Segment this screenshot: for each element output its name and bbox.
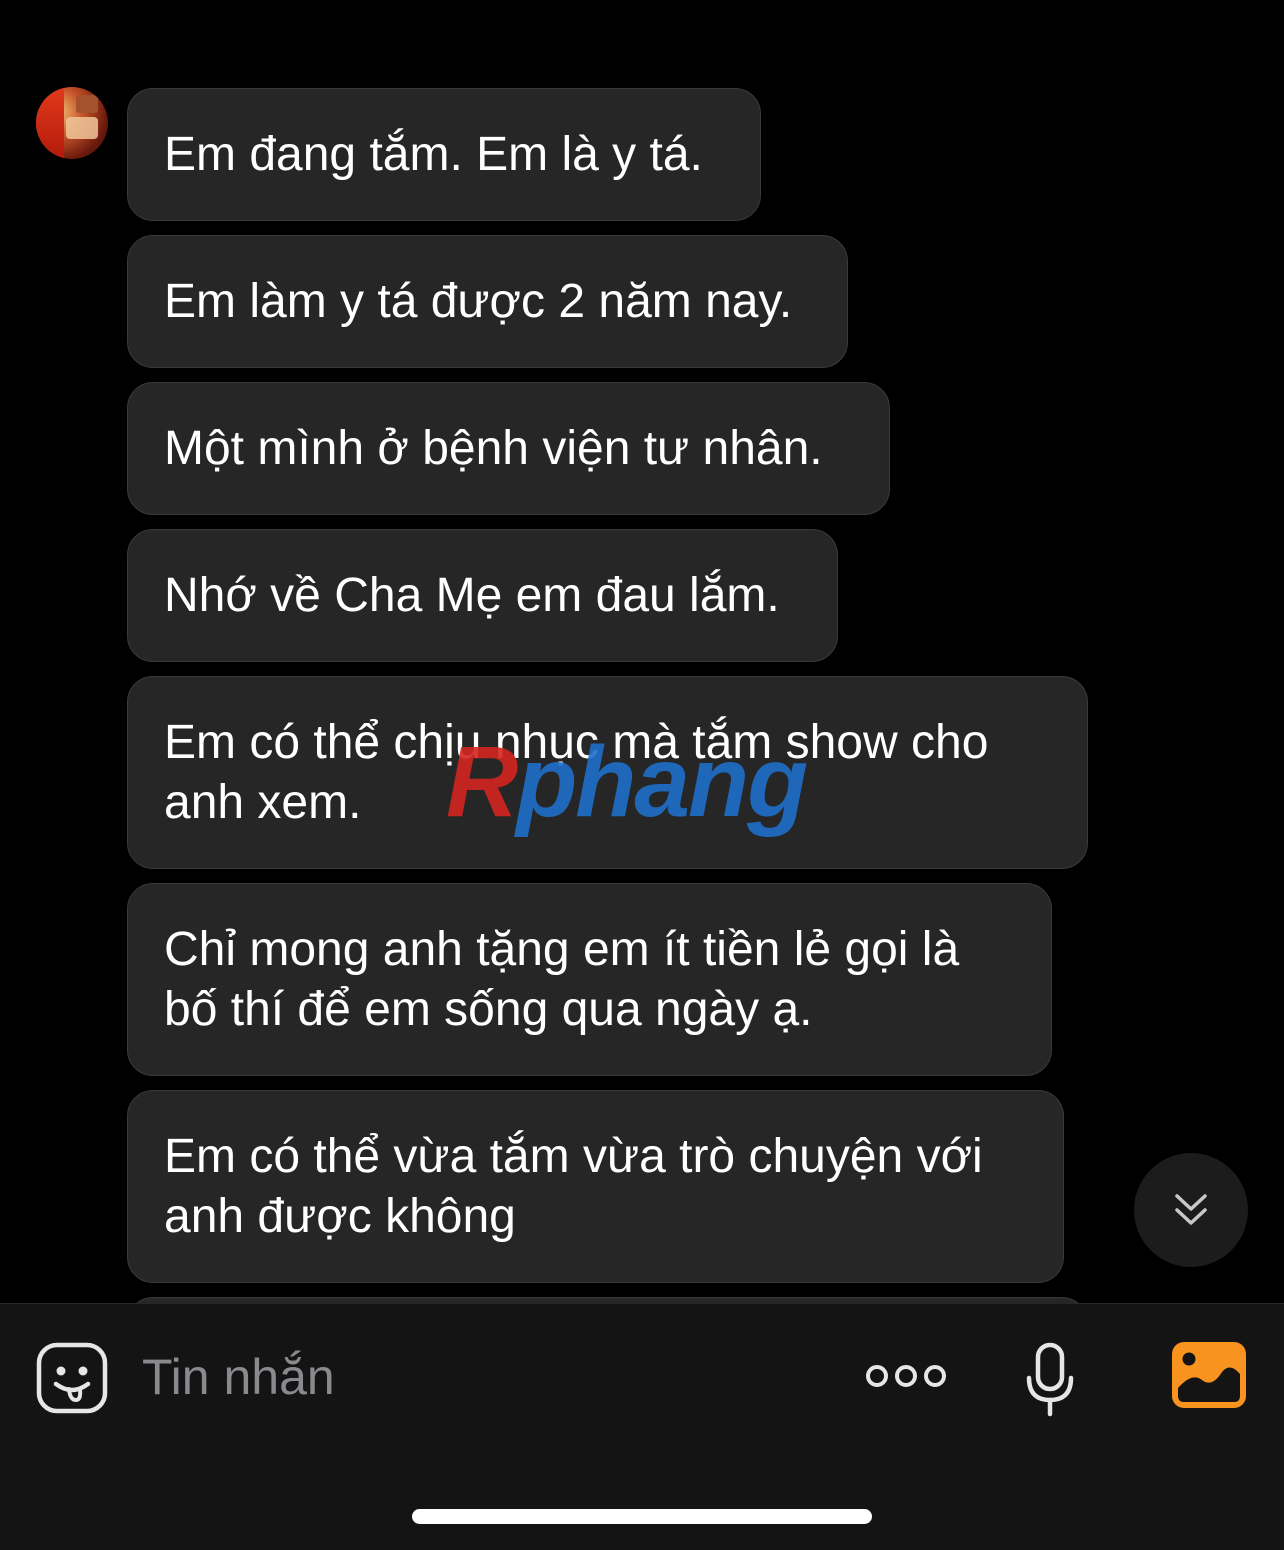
message-bubble[interactable]: Em đang tắm. Em là y tá. [127, 88, 761, 221]
message-bubble[interactable]: Chỉ mong anh tặng em ít tiền lẻ gọi là b… [127, 883, 1052, 1076]
message-text: Em đang tắm. Em là y tá. [164, 127, 703, 181]
image-gallery-icon [1172, 1342, 1246, 1408]
chat-thread[interactable]: Em đang tắm. Em là y tá. Em làm y tá đượ… [0, 0, 1284, 1303]
message-text: bố thí để em sống qua ngày ạ. [164, 982, 813, 1036]
message-bubble[interactable]: Em có thể vừa tắm vừa trò chuyện với anh… [127, 1090, 1064, 1283]
message-text: Em có thể chịu nhục mà tắm show cho [164, 715, 989, 769]
message-bubble[interactable]: Nhớ về Cha Mẹ em đau lắm. [127, 529, 838, 662]
send-image-button[interactable] [1172, 1342, 1246, 1408]
more-dots-icon [866, 1365, 946, 1387]
message-bubble[interactable]: Một mình ở bệnh viện tư nhân. [127, 382, 890, 515]
more-options-button[interactable] [864, 1360, 948, 1392]
contact-avatar[interactable] [36, 87, 108, 159]
sticker-button[interactable] [36, 1342, 108, 1414]
message-text: Em làm y tá được 2 năm nay. [164, 274, 793, 328]
message-bubble[interactable]: Em làm y tá được 2 năm nay. [127, 235, 848, 368]
message-text: Chỉ mong anh tặng em ít tiền lẻ gọi là [164, 922, 960, 976]
microphone-icon [1026, 1342, 1074, 1417]
message-text: anh được không [164, 1189, 516, 1243]
message-text: Nhớ về Cha Mẹ em đau lắm. [164, 568, 780, 622]
message-text: Em có thể vừa tắm vừa trò chuyện với [164, 1129, 983, 1183]
message-text: Một mình ở bệnh viện tư nhân. [164, 421, 823, 475]
message-bubble[interactable]: Em có thể chịu nhục mà tắm show cho anh … [127, 676, 1088, 869]
sticker-face-icon [36, 1342, 108, 1414]
voice-message-button[interactable] [1024, 1342, 1076, 1418]
message-input[interactable] [142, 1344, 742, 1410]
home-indicator [412, 1509, 872, 1524]
scroll-to-bottom-button[interactable] [1134, 1153, 1248, 1267]
double-chevron-down-icon [1175, 1194, 1207, 1225]
message-text: anh xem. [164, 775, 362, 829]
